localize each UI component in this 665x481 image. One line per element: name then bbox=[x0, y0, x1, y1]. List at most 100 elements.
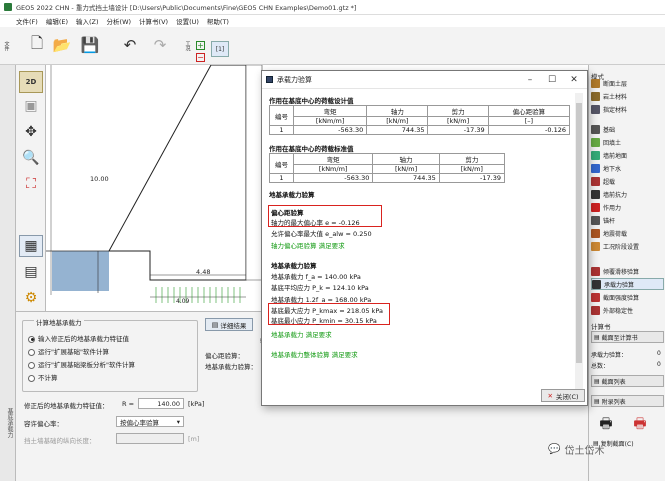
table-icon[interactable]: ▦ bbox=[19, 235, 43, 257]
menu-help[interactable]: 帮助(T) bbox=[207, 16, 229, 26]
group-title: 计算地基承载力 bbox=[34, 317, 84, 327]
cap-line-1: 地基承载力 f_a = 140.00 kPa bbox=[271, 273, 361, 281]
maximize-icon[interactable]: ☐ bbox=[545, 73, 559, 87]
window-title-bar: GEO5 2022 CHN - 重力式挡土墙设计 [D:\Users\Publi… bbox=[0, 0, 665, 15]
main-toolbar: 文件 🗋 📂 💾 ↶ ↷ 工况 + − [1] bbox=[0, 27, 665, 65]
bearing-check-label: 地基承载力验算： bbox=[205, 363, 257, 371]
dim-base-label: 4.48 bbox=[196, 268, 211, 276]
cell: -563.30 bbox=[292, 173, 374, 183]
mode-item[interactable]: 指定材料 bbox=[591, 103, 664, 115]
close-x-icon: ✕ bbox=[547, 391, 553, 400]
th-moment: 弯矩 bbox=[292, 153, 374, 165]
move-icon[interactable]: ✥ bbox=[19, 121, 43, 143]
section-to-report-button[interactable]: ▤ 截面至计算书 bbox=[591, 331, 664, 343]
dialog-close-button[interactable]: ✕ 关闭(C) bbox=[541, 389, 585, 402]
appendix-list-button[interactable]: ▤ 附录列表 bbox=[591, 395, 664, 407]
quake-icon bbox=[591, 228, 600, 238]
section-icon bbox=[591, 292, 600, 302]
view-3d-icon[interactable]: ▣ bbox=[19, 95, 43, 117]
mode-item[interactable]: 承载力验算 bbox=[591, 278, 664, 290]
char-section-title: 作用在基底中心的荷载标准值 bbox=[269, 145, 354, 153]
mode-item[interactable]: 地下水 bbox=[591, 162, 664, 174]
dialog-icon bbox=[266, 76, 273, 83]
mode-item[interactable]: 回填土 bbox=[591, 136, 664, 148]
mode-item[interactable]: 断面土层 bbox=[591, 77, 664, 89]
detail-results-button[interactable]: ▤ 详细结果 bbox=[205, 318, 253, 331]
surcharge-icon bbox=[591, 176, 600, 186]
dim-height-label: 10.00 bbox=[90, 175, 109, 183]
menu-edit[interactable]: 编辑(E) bbox=[46, 16, 68, 26]
remove-stage-icon[interactable]: − bbox=[196, 53, 205, 62]
radio-no-calc[interactable]: 不计算 bbox=[28, 372, 58, 382]
menu-settings[interactable]: 设置(U) bbox=[176, 16, 199, 26]
app-logo-icon bbox=[4, 3, 12, 11]
new-file-icon[interactable]: 🗋 bbox=[28, 34, 46, 55]
redo-icon[interactable]: ↷ bbox=[150, 35, 170, 55]
ecc-select[interactable]: 按偏心率验算 ▾ bbox=[116, 416, 184, 427]
mode-item[interactable]: 墙前抗力 bbox=[591, 188, 664, 200]
close-icon[interactable]: ✕ bbox=[567, 73, 581, 87]
length-unit: [m] bbox=[188, 435, 200, 443]
export-icon[interactable]: 🖶 bbox=[629, 413, 651, 433]
mode-item[interactable]: 岩土材料 bbox=[591, 90, 664, 102]
menu-report[interactable]: 计算书(V) bbox=[139, 16, 168, 26]
layers-view-icon[interactable]: ▤ bbox=[19, 261, 43, 283]
dim-footing-label: 4.09 bbox=[176, 298, 190, 305]
undo-icon[interactable]: ↶ bbox=[120, 35, 140, 55]
menu-input[interactable]: 输入(Z) bbox=[76, 16, 99, 26]
cell: 744.35 bbox=[372, 173, 440, 183]
th-ecc: 偏心距验算 bbox=[487, 105, 571, 117]
force-icon bbox=[591, 202, 600, 212]
menu-bar: 文件(F) 编辑(E) 输入(Z) 分析(W) 计算书(V) 设置(U) 帮助(… bbox=[0, 15, 665, 27]
r-unit: [kPa] bbox=[188, 400, 205, 408]
eccentric-check-label: 偏心距验算： bbox=[205, 352, 244, 360]
view-2d-button[interactable]: 2D bbox=[19, 71, 43, 93]
mode-item[interactable]: 地震荷载 bbox=[591, 227, 664, 239]
open-folder-icon[interactable]: 📂 bbox=[52, 35, 72, 55]
mode-item[interactable]: 外部稳定性 bbox=[591, 304, 664, 316]
cell: -17.39 bbox=[427, 125, 489, 135]
section-list-button[interactable]: ▤ 截面列表 bbox=[591, 375, 664, 387]
minimize-icon[interactable]: – bbox=[523, 73, 537, 87]
menu-file[interactable]: 文件(F) bbox=[16, 16, 38, 26]
mode-item[interactable]: 墙前地面 bbox=[591, 149, 664, 161]
cap-title: 地基承载力验算 bbox=[271, 262, 317, 270]
mode-item-label: 锚杆 bbox=[603, 217, 616, 225]
mode-item[interactable]: 工况阶段设置 bbox=[591, 240, 664, 252]
mode-item[interactable]: 作用力 bbox=[591, 201, 664, 213]
report-count: 0 bbox=[657, 350, 661, 357]
total-count: 0 bbox=[657, 361, 661, 368]
save-icon[interactable]: 💾 bbox=[80, 35, 100, 55]
mode-item-label: 墙前抗力 bbox=[603, 191, 628, 199]
r-value-input[interactable]: 140.00 bbox=[138, 398, 184, 409]
mode-item[interactable]: 截面强度验算 bbox=[591, 291, 664, 303]
menu-analysis[interactable]: 分析(W) bbox=[107, 16, 132, 26]
mode-item[interactable]: 倾覆滑移验算 bbox=[591, 265, 664, 277]
mode-item[interactable]: 基础 bbox=[591, 123, 664, 135]
stage-icon bbox=[591, 241, 600, 251]
zoom-icon[interactable]: 🔍 bbox=[19, 147, 43, 169]
toolbar-label-file: 文件 bbox=[3, 41, 10, 51]
radio-input-r[interactable]: 输入修正后的地基承载力特征值 bbox=[28, 333, 129, 343]
settings-icon[interactable]: ⚙ bbox=[19, 287, 43, 309]
zoom-fit-icon[interactable]: ⛶ bbox=[19, 173, 43, 195]
radio-beam-analysis[interactable]: 运行"扩展基础梁板分析"软件计算 bbox=[28, 359, 135, 369]
mode-item[interactable]: 超载 bbox=[591, 175, 664, 187]
report-count-label: 承载力验算： bbox=[591, 352, 628, 359]
stage-tab[interactable]: [1] bbox=[211, 41, 229, 57]
unit-axial: [kN/m] bbox=[372, 164, 440, 174]
panel-vertical-label: 基底承载力 bbox=[6, 408, 13, 438]
bearing-icon bbox=[592, 279, 601, 289]
length-input[interactable] bbox=[116, 433, 184, 444]
print-icon[interactable]: 🖶 bbox=[595, 413, 617, 433]
mode-item[interactable]: 锚杆 bbox=[591, 214, 664, 226]
radio-spread-footing[interactable]: 运行"扩展基础"软件计算 bbox=[28, 346, 109, 356]
dialog-scrollbar[interactable] bbox=[575, 93, 583, 393]
wechat-icon: 💬 bbox=[548, 444, 561, 455]
overturn-icon bbox=[591, 266, 600, 276]
mode-item-label: 地震荷载 bbox=[603, 230, 628, 238]
mode-item-label: 承载力验算 bbox=[604, 281, 635, 289]
th-no: 编号 bbox=[269, 105, 294, 126]
add-stage-icon[interactable]: + bbox=[196, 41, 205, 50]
mode-item-label: 截面强度验算 bbox=[603, 294, 640, 302]
